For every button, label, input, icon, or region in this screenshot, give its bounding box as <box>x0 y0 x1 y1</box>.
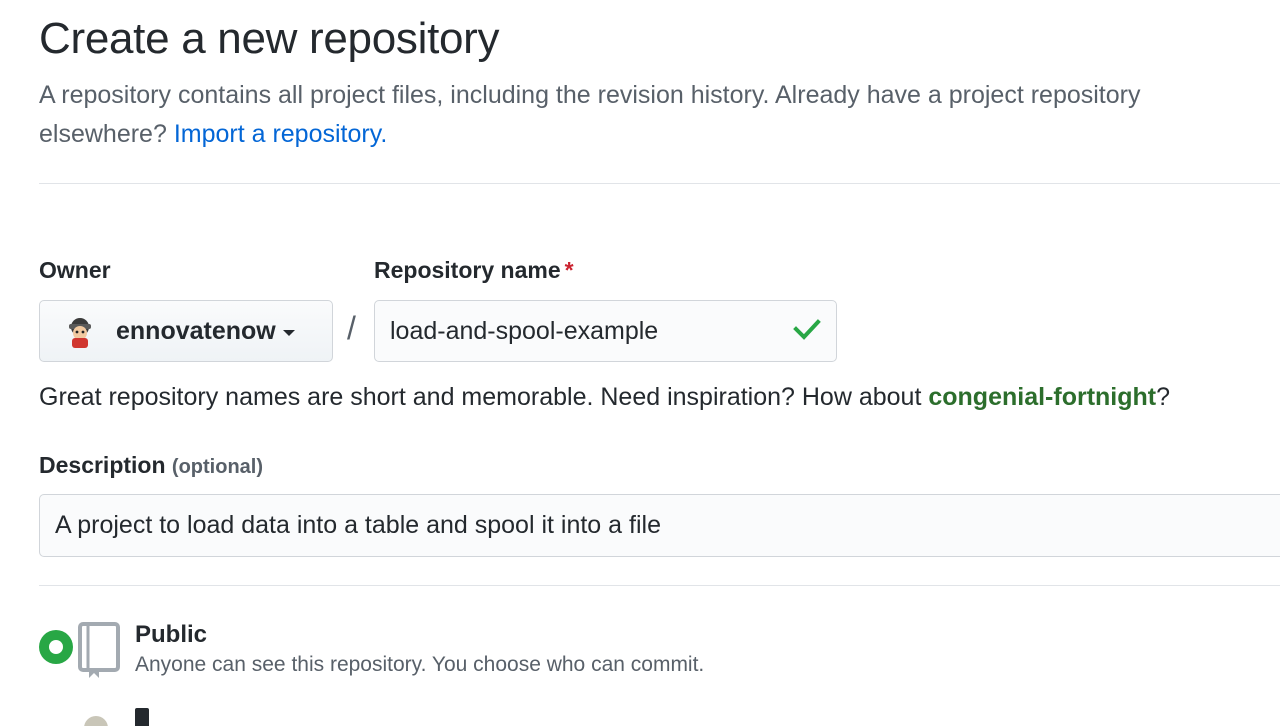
public-description: Anyone can see this repository. You choo… <box>135 653 705 676</box>
public-title: Public <box>135 621 208 648</box>
hint-suffix: ? <box>1156 383 1171 411</box>
caret-down-icon <box>282 330 295 336</box>
private-radio[interactable] <box>84 716 108 726</box>
repository-name-label-text: Repository name <box>374 257 561 283</box>
page-title: Create a new repository <box>39 14 500 63</box>
import-repository-link[interactable]: Import a repository. <box>174 120 388 148</box>
avatar <box>62 313 98 349</box>
optional-tag: (optional) <box>171 456 264 478</box>
description-value: A project to load data into a table and … <box>55 511 661 539</box>
repository-name-input[interactable]: load-and-spool-example <box>374 300 837 362</box>
description-input[interactable]: A project to load data into a table and … <box>39 494 1280 557</box>
description-label: Description (optional) <box>39 452 263 479</box>
suggested-name[interactable]: congenial-fortnight <box>928 383 1156 411</box>
check-icon <box>792 314 836 349</box>
owner-label: Owner <box>39 257 111 283</box>
owner-name: ennovatenow <box>116 316 276 345</box>
divider <box>39 585 1280 586</box>
name-suggestion-hint: Great repository names are short and mem… <box>39 383 1170 412</box>
page-intro: A repository contains all project files,… <box>39 76 1249 154</box>
public-radio[interactable] <box>39 630 73 664</box>
description-label-text: Description <box>39 452 166 478</box>
visibility-public-option[interactable]: Public Anyone can see this repository. Y… <box>39 620 704 685</box>
divider <box>39 183 1280 184</box>
private-title-cut <box>135 708 149 726</box>
owner-repo-separator: / <box>347 310 356 346</box>
owner-dropdown[interactable]: ennovatenow <box>39 300 333 362</box>
repository-name-value: load-and-spool-example <box>390 316 659 345</box>
required-mark: * <box>564 257 574 283</box>
hint-text: Great repository names are short and mem… <box>39 383 922 411</box>
repo-book-icon <box>73 620 123 685</box>
repository-name-label: Repository name * <box>374 257 574 284</box>
